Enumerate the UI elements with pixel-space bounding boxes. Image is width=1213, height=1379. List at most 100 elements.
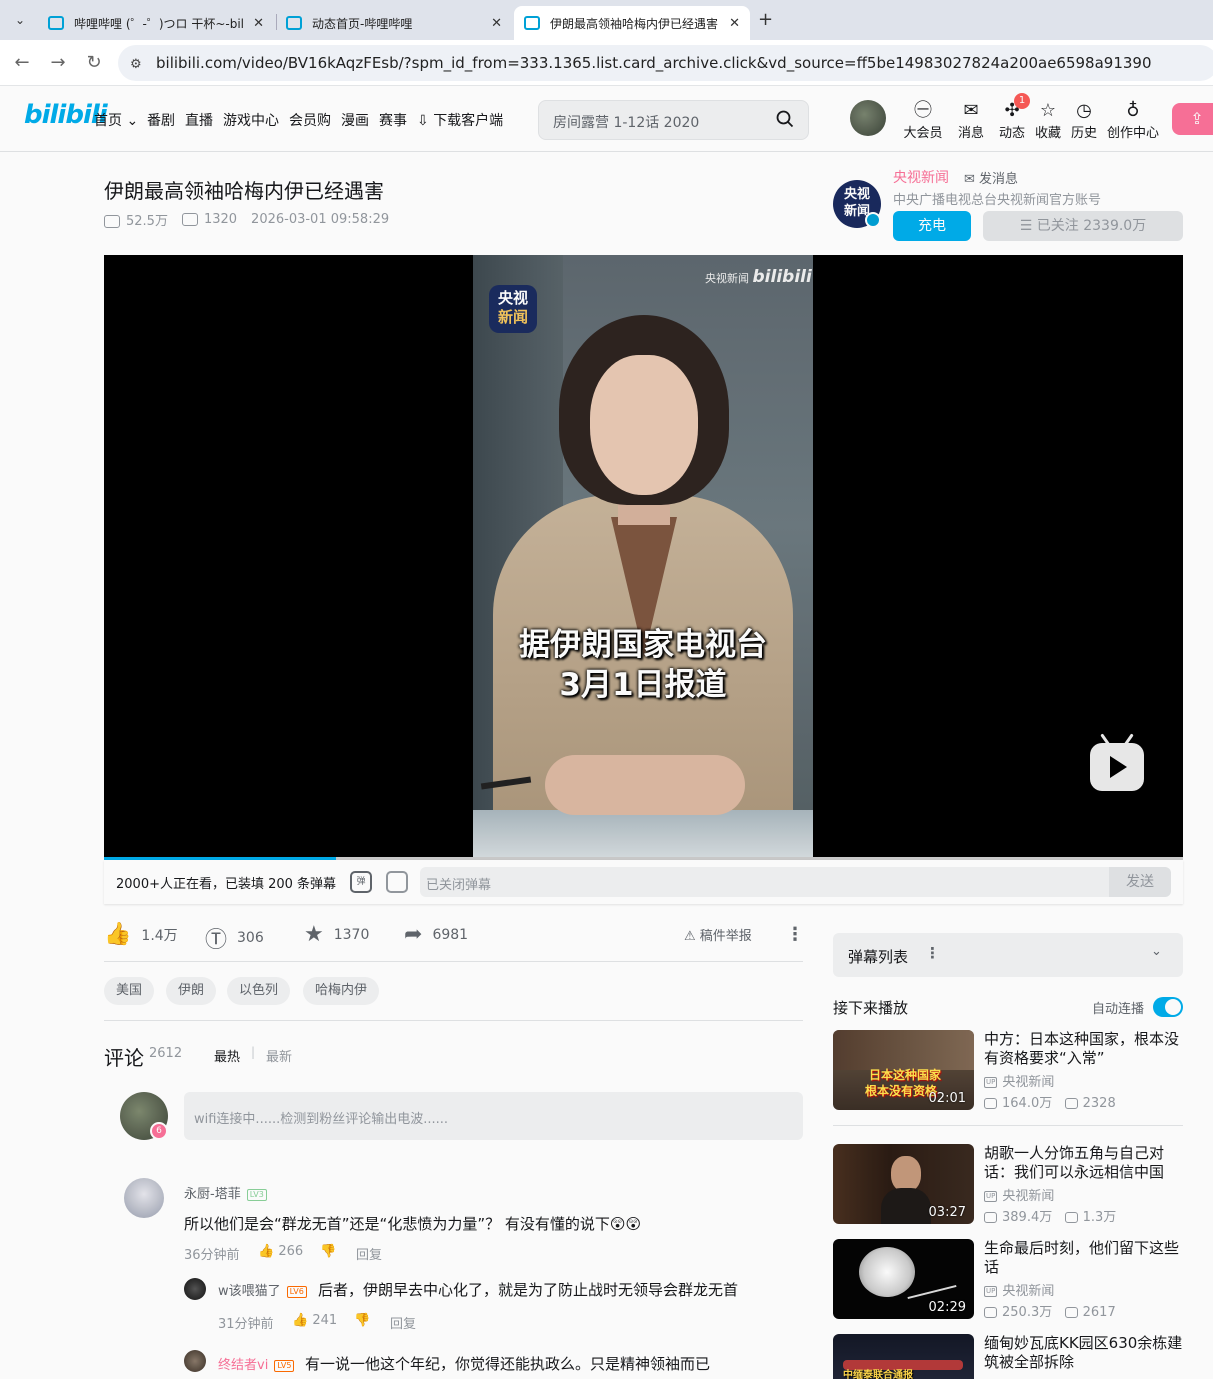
comments-count: 2612 bbox=[149, 1046, 183, 1061]
reply-avatar[interactable] bbox=[184, 1278, 206, 1300]
recommend-title[interactable]: 胡歌一人分饰五角与自己对话：我们可以永远相信中国 bbox=[984, 1144, 1184, 1182]
recommend-title[interactable]: 中方：日本这种国家，根本没有资格要求“入常” bbox=[984, 1030, 1184, 1068]
tab-close-icon[interactable]: ✕ bbox=[729, 16, 740, 31]
sort-new-tab[interactable]: 最新 bbox=[266, 1046, 292, 1065]
nav-home[interactable]: 首页 ⌄ bbox=[94, 110, 138, 130]
reply-username[interactable]: 终结者vi LV5 bbox=[218, 1354, 295, 1373]
bulb-icon: ♁ bbox=[1126, 100, 1140, 121]
video-player[interactable]: 央视 新闻 央视新闻 bilibili 据伊朗国家电视台 3月1日报道 bbox=[104, 255, 1183, 857]
tag-khamenei[interactable]: 哈梅内伊 bbox=[303, 977, 380, 1005]
danmaku-input[interactable]: 已关闭弹幕 bbox=[420, 867, 1110, 897]
chevron-down-icon[interactable]: ⌄ bbox=[1151, 944, 1162, 959]
header-vip[interactable]: ㊀大会员 bbox=[899, 100, 947, 141]
tab-close-icon[interactable]: ✕ bbox=[253, 16, 264, 31]
send-message-label: 发消息 bbox=[979, 172, 1019, 187]
recommend-uploader[interactable]: UP 央视新闻 bbox=[984, 1280, 1054, 1299]
charge-button[interactable]: 充电 bbox=[893, 211, 971, 241]
new-tab-plus-icon[interactable]: + bbox=[758, 9, 773, 30]
cctv-news-logo: 央视 新闻 bbox=[489, 285, 537, 333]
like-button[interactable]: 👍 1.4万 bbox=[104, 922, 178, 947]
reload-icon[interactable]: ↻ bbox=[82, 52, 106, 73]
comment-like-button[interactable]: 👍 266 bbox=[258, 1244, 303, 1259]
recommend-thumbnail[interactable]: 中缅泰联合通报 bbox=[833, 1334, 974, 1379]
user-avatar[interactable] bbox=[850, 100, 886, 136]
browser-tab-active[interactable]: 伊朗最高领袖哈梅内伊已经遇害 ✕ bbox=[514, 6, 750, 40]
up-tag-icon: UP bbox=[984, 1191, 998, 1202]
danmaku-icon bbox=[1064, 1212, 1078, 1223]
nav-live[interactable]: 直播 bbox=[185, 110, 213, 130]
comment-input[interactable]: wifi连接中......检测到粉丝评论输出电波...... bbox=[184, 1092, 803, 1140]
reply-like-button[interactable]: 👍 241 bbox=[292, 1313, 337, 1328]
duration: 02:01 bbox=[928, 1091, 966, 1106]
reply-reply-button[interactable]: 回复 bbox=[390, 1313, 416, 1332]
recommend-uploader[interactable]: UP 央视新闻 bbox=[984, 1071, 1054, 1090]
nav-game-center[interactable]: 游戏中心 bbox=[223, 110, 279, 130]
nav-member-shop[interactable]: 会员购 bbox=[289, 110, 331, 130]
danmaku-toggle-icon[interactable]: 弹 bbox=[350, 871, 372, 893]
follow-button[interactable]: ☰ 已关注 2339.0万 bbox=[983, 211, 1183, 241]
report-button[interactable]: ⚠ 稿件举报 bbox=[684, 925, 752, 944]
cctv-logo-line-2: 新闻 bbox=[497, 308, 528, 326]
danmaku-settings-icon[interactable] bbox=[386, 871, 408, 893]
tag-usa[interactable]: 美国 bbox=[104, 977, 155, 1005]
tag-iran[interactable]: 伊朗 bbox=[166, 977, 217, 1005]
tab-close-icon[interactable]: ✕ bbox=[491, 16, 502, 31]
nav-manga[interactable]: 漫画 bbox=[341, 110, 369, 130]
next-up-label: 接下来播放 bbox=[833, 999, 909, 1017]
recommend-thumbnail[interactable]: 02:29 bbox=[833, 1239, 974, 1319]
coin-button[interactable]: Ⓣ 306 bbox=[205, 922, 264, 954]
reply-dislike-icon[interactable]: 👎 bbox=[354, 1313, 370, 1328]
recommend-card[interactable]: 中缅泰联合通报 缅甸妙瓦底KK园区630余栋建筑被全部拆除 bbox=[833, 1334, 1183, 1379]
nav-download-client[interactable]: ⇩ 下载客户端 bbox=[417, 110, 503, 130]
header-creator-label: 创作中心 bbox=[1106, 126, 1159, 141]
forward-arrow-icon[interactable]: → bbox=[46, 52, 70, 73]
recommend-card[interactable]: 02:29 生命最后时刻，他们留下这些话 UP 央视新闻 250.3万 2617 bbox=[833, 1239, 1183, 1324]
search-input[interactable]: 房间露营 1-12话 2020 bbox=[538, 100, 809, 140]
recommend-title[interactable]: 生命最后时刻，他们留下这些话 bbox=[984, 1239, 1184, 1277]
tag-israel[interactable]: 以色列 bbox=[227, 977, 291, 1005]
danmaku-count: 1320 bbox=[181, 212, 237, 227]
tab-list-chevron-icon[interactable]: ⌄ bbox=[10, 10, 30, 30]
recommend-uploader[interactable]: UP 央视新闻 bbox=[984, 1185, 1054, 1204]
bilibili-tv-play-icon[interactable] bbox=[1090, 743, 1144, 791]
back-arrow-icon[interactable]: ← bbox=[10, 52, 34, 73]
nav-anime[interactable]: 番剧 bbox=[147, 110, 175, 130]
recommend-card[interactable]: 03:27 胡歌一人分饰五角与自己对话：我们可以永远相信中国 UP 央视新闻 38… bbox=[833, 1144, 1183, 1229]
uploader-name[interactable]: 央视新闻 bbox=[893, 167, 949, 187]
recommend-title[interactable]: 缅甸妙瓦底KK园区630余栋建筑被全部拆除 bbox=[984, 1334, 1183, 1372]
search-icon[interactable] bbox=[776, 110, 794, 128]
header-creator-center[interactable]: ♁ 创作中心 bbox=[1104, 100, 1162, 141]
share-button[interactable]: ➦ 6981 bbox=[404, 922, 468, 947]
recommend-thumbnail[interactable]: 03:27 bbox=[833, 1144, 974, 1224]
favorite-button[interactable]: ★ 1370 bbox=[304, 922, 369, 947]
reply-time: 31分钟前 bbox=[218, 1317, 274, 1332]
comment-avatar[interactable] bbox=[124, 1178, 164, 1218]
divider bbox=[104, 961, 803, 962]
upload-button[interactable]: ⇪ bbox=[1172, 103, 1213, 135]
header-history[interactable]: ◷ 历史 bbox=[1060, 100, 1108, 141]
comment-username[interactable]: 永厨-塔菲 LV3 bbox=[184, 1183, 267, 1202]
browser-tab-1[interactable]: 哔哩哔哩 (゜-゜)つロ 干杯~-bili ✕ bbox=[38, 6, 274, 40]
danmaku-list-panel[interactable]: 弹幕列表 ⋮ ⌄ bbox=[833, 933, 1183, 977]
more-options-icon[interactable]: ⋮ bbox=[786, 924, 804, 945]
sort-hot-tab[interactable]: 最热 bbox=[214, 1046, 240, 1065]
tab-title: 哔哩哔哩 (゜-゜)つロ 干杯~-bili bbox=[74, 16, 246, 31]
autoplay-toggle[interactable] bbox=[1153, 997, 1183, 1017]
recommend-thumbnail[interactable]: 日本这种国家 根本没有资格 02:01 bbox=[833, 1030, 974, 1110]
reply-avatar[interactable] bbox=[184, 1350, 206, 1372]
send-message-link[interactable]: ✉ 发消息 bbox=[964, 168, 1018, 187]
nav-esports[interactable]: 赛事 bbox=[379, 110, 407, 130]
site-settings-icon[interactable]: ⚙ bbox=[130, 57, 142, 72]
reply-username[interactable]: w该喂猫了 LV6 bbox=[218, 1280, 307, 1299]
comment-time: 36分钟前 bbox=[184, 1248, 240, 1263]
recommend-card[interactable]: 日本这种国家 根本没有资格 02:01 中方：日本这种国家，根本没有资格要求“入… bbox=[833, 1030, 1183, 1125]
danmaku-send-button[interactable]: 发送 bbox=[1109, 867, 1171, 897]
watermark-text: 央视新闻 bbox=[705, 272, 749, 285]
danmaku-icon bbox=[1064, 1307, 1078, 1318]
comment-reply-button[interactable]: 回复 bbox=[356, 1244, 382, 1263]
comment-dislike-icon[interactable]: 👎 bbox=[320, 1244, 336, 1259]
browser-tab-2[interactable]: 动态首页-哔哩哔哩 ✕ bbox=[276, 6, 512, 40]
url-field[interactable]: bilibili.com/video/BV16kAqzFEsb/?spm_id_… bbox=[118, 45, 1213, 81]
more-options-icon[interactable]: ⋮ bbox=[925, 944, 940, 962]
level-badge: LV3 bbox=[246, 1188, 267, 1201]
